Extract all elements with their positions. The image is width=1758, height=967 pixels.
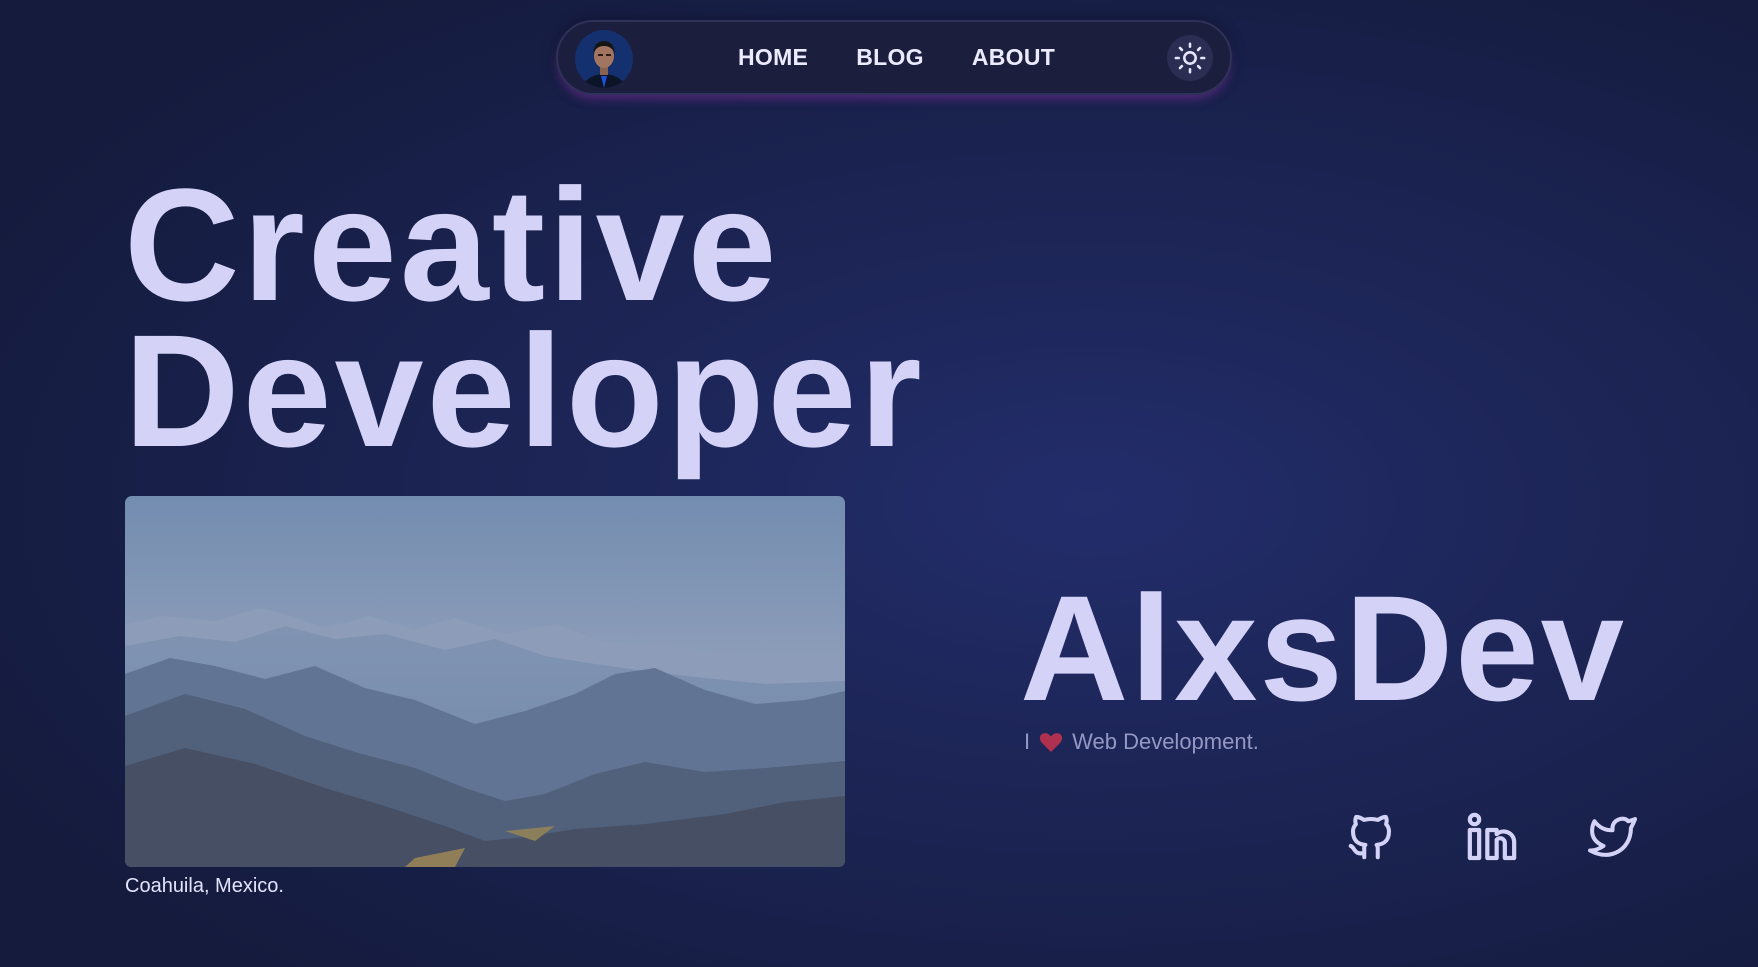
mountain-landscape-image [125,496,845,867]
avatar-image [575,30,633,88]
social-links [1342,808,1641,866]
theme-toggle-button[interactable] [1167,35,1213,81]
landscape-photo [125,496,845,867]
tagline-prefix: I [1024,729,1031,754]
sun-icon [1174,42,1206,74]
avatar[interactable] [575,30,633,88]
github-icon [1348,814,1391,860]
photo-caption: Coahuila, Mexico. [125,875,284,897]
brand-name: AlxsDev [1020,564,1627,732]
linkedin-link[interactable] [1463,808,1520,866]
heart-icon [1039,733,1063,752]
github-link[interactable] [1342,808,1399,866]
nav-about-link[interactable]: ABOUT [972,44,1055,71]
twitter-link[interactable] [1584,808,1641,866]
nav-blog-link[interactable]: BLOG [856,44,924,71]
nav-links: HOME BLOG ABOUT [738,22,1055,93]
tagline-suffix: Web Development. [1072,729,1259,754]
tagline: I Web Development. [1024,729,1259,755]
nav-home-link[interactable]: HOME [738,44,808,71]
linkedin-icon [1467,812,1516,861]
hero-title-line2: Developer [124,301,925,480]
navbar: HOME BLOG ABOUT [556,20,1232,95]
twitter-icon [1587,816,1638,857]
